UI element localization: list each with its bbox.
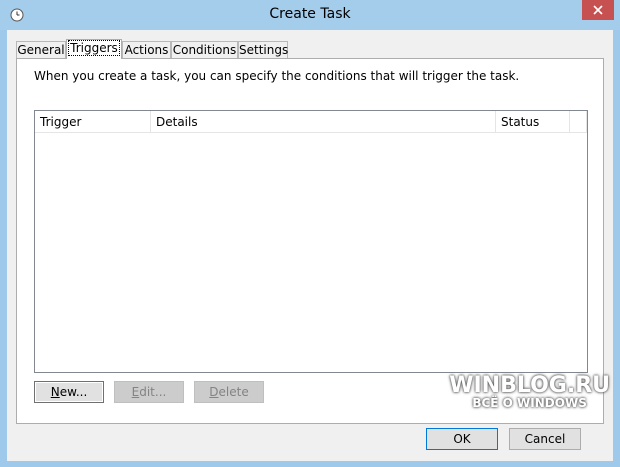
tab-label: Conditions (172, 43, 237, 57)
tab-general[interactable]: General (16, 41, 66, 58)
new-button-post: ew... (59, 385, 88, 399)
watermark-line1: WINBLOG.RU (449, 373, 610, 398)
watermark-line2: ВСЁ О WINDOWS (472, 396, 587, 410)
tab-label: Actions (124, 43, 169, 57)
new-button-mnemonic: N (50, 385, 60, 399)
watermark: WINBLOG.RU ВСЁ О WINDOWS (449, 373, 610, 410)
title-bar[interactable]: Create Task (0, 0, 620, 30)
create-task-window: Create Task General Triggers Actions Con… (0, 0, 620, 467)
triggers-list[interactable]: Trigger Details Status (34, 110, 588, 373)
delete-button-mnemonic: D (209, 385, 219, 399)
edit-button-post: dit... (139, 385, 167, 399)
tab-actions[interactable]: Actions (122, 41, 171, 58)
ok-button[interactable]: OK (426, 428, 498, 450)
tab-settings[interactable]: Settings (238, 41, 288, 58)
cancel-button[interactable]: Cancel (509, 428, 581, 450)
column-header-status[interactable]: Status (496, 111, 570, 133)
window-title: Create Task (269, 6, 351, 22)
intro-text: When you create a task, you can specify … (34, 69, 520, 83)
new-trigger-button[interactable]: New... (34, 381, 104, 403)
tab-label: Settings (239, 43, 289, 57)
tab-label: General (17, 43, 65, 57)
tab-triggers[interactable]: Triggers (66, 39, 122, 59)
column-header-details[interactable]: Details (151, 111, 496, 133)
delete-button-post: elete (218, 385, 249, 399)
edit-trigger-button[interactable]: Edit... (114, 381, 184, 403)
triggers-tab-panel: When you create a task, you can specify … (16, 58, 604, 424)
delete-trigger-button[interactable]: Delete (194, 381, 264, 403)
tab-label: Triggers (68, 40, 120, 56)
close-button[interactable] (582, 0, 614, 20)
column-header-filler (570, 111, 587, 133)
tab-conditions[interactable]: Conditions (171, 41, 238, 58)
close-icon (593, 5, 603, 15)
column-header-trigger[interactable]: Trigger (35, 111, 151, 133)
